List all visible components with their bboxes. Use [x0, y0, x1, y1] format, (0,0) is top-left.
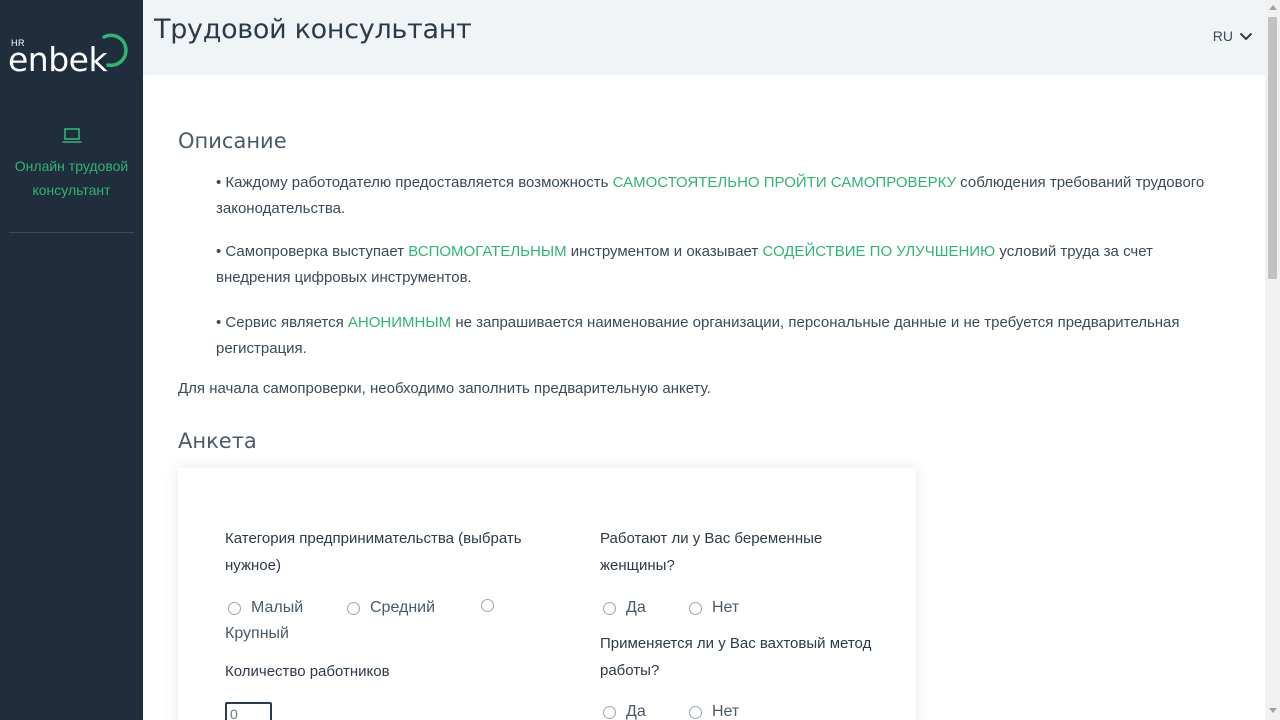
scrollbar-thumb[interactable] — [1268, 17, 1277, 279]
language-selector[interactable]: RU — [1213, 28, 1253, 44]
highlight-text: ВСПОМОГАТЕЛЬНЫМ — [408, 243, 567, 260]
sidebar: HR enbek Онлайн трудовой консультант — [0, 0, 143, 720]
radio-icon[interactable] — [228, 601, 241, 615]
pregnant-question: Работают ли у Вас беременные женщины? — [600, 530, 823, 574]
questionnaire-card: Категория предпринимательства (выбрать н… — [178, 468, 916, 720]
logo-wordmark: enbek — [8, 40, 108, 79]
option-label: Нет — [712, 599, 740, 616]
text: инструментом и оказывает — [566, 243, 763, 260]
sidebar-divider — [9, 232, 134, 233]
intro-text: Для начала самопроверки, необходимо запо… — [178, 380, 711, 397]
option-label: Малый — [251, 599, 304, 616]
option-label: Нет — [712, 703, 740, 720]
enbek-logo[interactable]: HR enbek — [8, 28, 136, 80]
sidebar-item-online-consultant[interactable]: Онлайн трудовой консультант — [0, 126, 143, 202]
scroll-down-arrow-icon[interactable] — [1269, 708, 1277, 713]
page-scrollbar[interactable] — [1265, 0, 1280, 720]
option-label: Да — [626, 599, 646, 616]
rotation-question: Применяется ли у Вас вахтовый метод рабо… — [600, 635, 872, 679]
highlight-text: СОДЕЙСТВИЕ ПО УЛУЧШЕНИЮ — [762, 243, 996, 260]
description-heading: Описание — [178, 129, 287, 153]
radio-icon[interactable] — [481, 599, 494, 612]
scroll-up-arrow-icon[interactable] — [1269, 5, 1277, 10]
page-header: Трудовой консультант RU — [143, 0, 1265, 75]
highlight-text: АНОНИМНЫМ — [347, 314, 452, 331]
category-radio-small[interactable]: Малый — [228, 599, 303, 617]
radio-icon[interactable] — [603, 705, 616, 719]
text: • Сервис является — [216, 314, 348, 331]
text: • Самопроверка выступает — [216, 243, 409, 260]
page-title: Трудовой консультант — [154, 14, 472, 45]
category-large-label[interactable]: Крупный — [225, 625, 289, 643]
radio-icon[interactable] — [347, 601, 360, 615]
employees-question: Количество работников — [225, 663, 390, 680]
radio-icon[interactable] — [603, 601, 616, 615]
description-paragraph-1: • Каждому работодателю предоставляется в… — [216, 170, 1226, 222]
pregnant-radio-no[interactable]: Нет — [689, 599, 739, 617]
option-label: Средний — [370, 599, 436, 616]
form-heading: Анкета — [178, 429, 257, 453]
rotation-radio-yes[interactable]: Да — [603, 703, 646, 720]
category-radio-large[interactable] — [481, 599, 504, 612]
text: • Каждому работодателю предоставляется в… — [216, 174, 613, 191]
description-paragraph-2: • Самопроверка выступает ВСПОМОГАТЕЛЬНЫМ… — [216, 239, 1226, 291]
radio-icon[interactable] — [689, 705, 702, 719]
chevron-down-icon — [1239, 32, 1253, 40]
rotation-radio-no[interactable]: Нет — [689, 703, 739, 720]
employees-count-input[interactable] — [225, 702, 272, 720]
laptop-icon — [62, 128, 81, 143]
description-paragraph-3: • Сервис является АНОНИМНЫМ не запрашива… — [216, 310, 1226, 362]
radio-icon[interactable] — [689, 601, 702, 615]
category-question: Категория предпринимательства (выбрать н… — [225, 530, 522, 574]
category-radio-medium[interactable]: Средний — [347, 599, 435, 617]
sidebar-item-label: Онлайн трудовой консультант — [14, 158, 129, 198]
option-label: Да — [626, 703, 646, 720]
logo-arc-icon — [102, 33, 128, 68]
highlight-text: САМОСТОЯТЕЛЬНО ПРОЙТИ САМОПРОВЕРКУ — [612, 174, 957, 191]
pregnant-radio-yes[interactable]: Да — [603, 599, 646, 617]
language-code: RU — [1212, 28, 1233, 44]
